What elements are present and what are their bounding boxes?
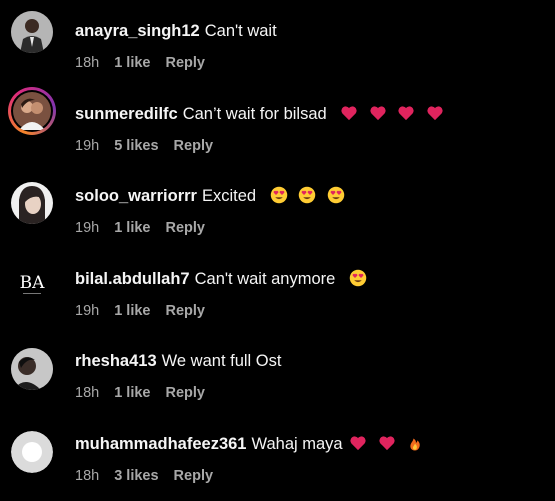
avatar[interactable] [11,348,53,390]
comment-text-line: rhesha413 We want full Ost [75,350,281,372]
comment-meta: 18h 1 like Reply [75,384,220,402]
comment-item: anayra_singh12 Can't wait 18h 1 like Reply [0,0,555,82]
reply-button[interactable]: Reply [174,138,214,154]
comment-time: 18h [75,468,100,484]
comment-likes[interactable]: 3 likes [114,468,158,484]
comment-username[interactable]: sunmeredilfc [75,105,178,123]
comment-text-line: muhammadhafeez361 Wahaj maya [75,433,424,455]
red-heart-icon [349,434,367,452]
comment-text: Can’t wait for bilsad [182,105,327,123]
fire-icon [406,434,424,452]
comment-username[interactable]: rhesha413 [75,352,157,370]
comment-username[interactable]: soloo_warriorrr [75,187,197,205]
comment-likes[interactable]: 1 like [114,303,150,319]
comment-meta: 18h 1 like Reply [75,54,220,72]
avatar[interactable]: BA [11,263,53,305]
comment-text: Can't wait [204,22,277,40]
comment-meta: 19h 5 likes Reply [75,137,228,155]
comment-time: 19h [75,220,100,236]
avatar-monogram: BA [20,273,45,293]
comment-time: 18h [75,385,100,401]
reply-button[interactable]: Reply [165,385,205,401]
avatar[interactable] [8,87,56,135]
comment-text: We want full Ost [161,352,282,370]
comment-item: BA bilal.abdullah7 Can't wait anymore 19h… [0,248,555,330]
comment-time: 18h [75,55,100,71]
heart-eyes-icon [327,186,345,204]
comment-likes[interactable]: 5 likes [114,138,158,154]
heart-eyes-icon [270,186,288,204]
comment-item: sunmeredilfc Can’t wait for bilsad 19h 5 l… [0,83,555,165]
reply-button[interactable]: Reply [165,55,205,71]
comment-text: Excited [201,187,257,205]
comment-text: Wahaj maya [251,435,343,453]
comment-likes[interactable]: 1 like [114,220,150,236]
comment-meta: 18h 3 likes Reply [75,467,228,485]
comment-meta: 19h 1 like Reply [75,219,220,237]
comment-likes[interactable]: 1 like [114,55,150,71]
comment-username[interactable]: bilal.abdullah7 [75,270,190,288]
comment-text-line: soloo_warriorrr Excited [75,185,345,207]
red-heart-icon [426,104,444,122]
comment-time: 19h [75,303,100,319]
avatar[interactable] [11,11,53,53]
comment-username[interactable]: muhammadhafeez361 [75,435,247,453]
avatar-image [11,90,53,132]
red-heart-icon [340,104,358,122]
avatar[interactable] [11,431,53,473]
comment-item: soloo_warriorrr Excited 19h 1 like Reply [0,165,555,247]
comment-time: 19h [75,138,100,154]
comment-username[interactable]: anayra_singh12 [75,22,200,40]
comment-item: rhesha413 We want full Ost 18h 1 like Reply [0,330,555,412]
red-heart-icon [378,434,396,452]
comment-item: muhammadhafeez361 Wahaj maya 18h 3 likes Re… [0,413,555,495]
comment-text-line: anayra_singh12 Can't wait [75,20,277,42]
comment-text-line: bilal.abdullah7 Can't wait anymore [75,268,367,290]
heart-eyes-icon [349,269,367,287]
avatar[interactable] [11,182,53,224]
comment-likes[interactable]: 1 like [114,385,150,401]
red-heart-icon [369,104,387,122]
heart-eyes-icon [298,186,316,204]
reply-button[interactable]: Reply [174,468,214,484]
comment-text-line: sunmeredilfc Can’t wait for bilsad [75,103,444,125]
red-heart-icon [397,104,415,122]
comments-list: anayra_singh12 Can't wait 18h 1 like Reply … [0,0,555,501]
comment-text: Can't wait anymore [194,270,336,288]
reply-button[interactable]: Reply [165,220,205,236]
reply-button[interactable]: Reply [165,303,205,319]
comment-meta: 19h 1 like Reply [75,302,220,320]
